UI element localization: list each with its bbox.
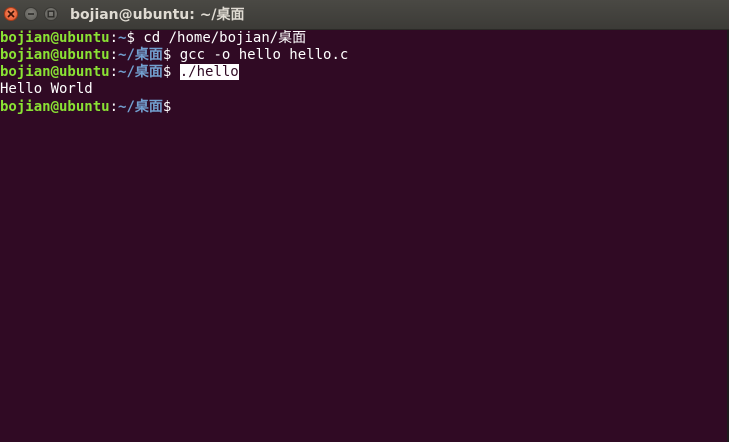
prompt-path: ~/桌面 (118, 99, 163, 115)
prompt-separator: : (109, 64, 119, 80)
maximize-button[interactable] (44, 7, 58, 21)
window-title: bojian@ubuntu: ~/桌面 (70, 7, 245, 23)
prompt-user-host: bojian@ubuntu (0, 47, 110, 63)
prompt-user-host: bojian@ubuntu (0, 30, 110, 46)
title-bar[interactable]: bojian@ubuntu: ~/桌面 (0, 0, 729, 30)
selected-command-text[interactable]: ./hello (179, 64, 239, 80)
prompt-path: ~/桌面 (118, 47, 163, 63)
prompt-user-host: bojian@ubuntu (0, 99, 110, 115)
close-button[interactable] (4, 7, 18, 21)
prompt-symbol: $ (162, 99, 172, 115)
terminal-window: bojian@ubuntu: ~/桌面 bojian@ubuntu:~$ cd … (0, 0, 729, 442)
prompt-separator: : (109, 47, 119, 63)
prompt-separator: : (109, 30, 119, 46)
minimize-icon (28, 13, 34, 15)
close-icon (7, 10, 15, 18)
command-text: gcc -o hello hello.c (179, 47, 349, 63)
terminal-area[interactable]: bojian@ubuntu:~$ cd /home/bojian/桌面 boji… (0, 30, 729, 442)
prompt-symbol: $ (162, 64, 180, 80)
prompt-separator: : (109, 99, 119, 115)
program-output: Hello World (0, 81, 93, 97)
maximize-icon (47, 10, 55, 18)
prompt-user-host: bojian@ubuntu (0, 64, 110, 80)
terminal-line: bojian@ubuntu:~/桌面$ gcc -o hello hello.c (0, 47, 348, 64)
terminal-line: bojian@ubuntu:~/桌面$ ./hello (0, 64, 239, 81)
terminal-line: bojian@ubuntu:~$ cd /home/bojian/桌面 (0, 30, 306, 47)
command-text: cd /home/bojian/桌面 (143, 30, 307, 46)
minimize-button[interactable] (24, 7, 38, 21)
prompt-symbol: $ (162, 47, 180, 63)
terminal-line: bojian@ubuntu:~/桌面$ (0, 98, 180, 115)
terminal-cursor (171, 98, 180, 113)
prompt-symbol: $ (126, 30, 144, 46)
prompt-path: ~/桌面 (118, 64, 163, 80)
